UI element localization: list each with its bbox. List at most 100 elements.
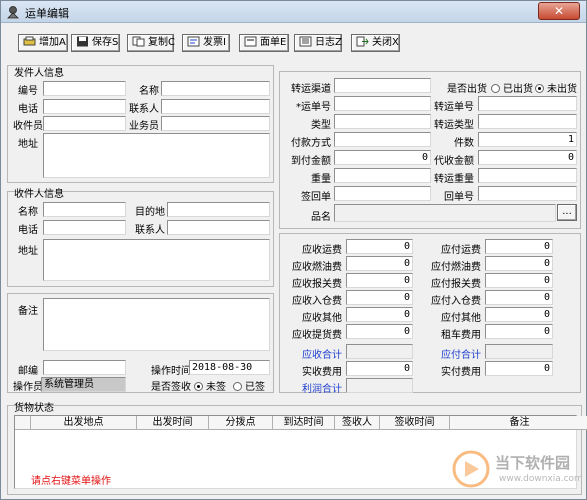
waybill-field[interactable] <box>334 96 431 111</box>
add-button[interactable]: 增加A <box>18 34 68 52</box>
recipient-name-label: 名称 <box>18 207 38 218</box>
shipped-radio[interactable]: 已出货 <box>491 80 533 95</box>
receiver-staff-label: 收件员 <box>13 121 43 132</box>
receivable-label: 应收入仓费 <box>292 296 342 307</box>
type-label: 类型 <box>311 120 331 131</box>
row-indicator-header <box>15 416 31 430</box>
window-close-button[interactable]: ✕ <box>538 2 580 20</box>
weight-field[interactable] <box>334 168 431 183</box>
product-field[interactable] <box>334 204 556 222</box>
radio-selected-icon <box>535 84 544 93</box>
payable-label: 应付运费 <box>441 245 481 256</box>
payable-field[interactable]: 0 <box>485 324 553 339</box>
receivable-field[interactable]: 0 <box>346 307 413 322</box>
optime-label: 操作时间 <box>151 366 191 377</box>
payment-field[interactable] <box>334 132 431 147</box>
copy-button[interactable]: 复制C <box>127 34 175 52</box>
receivable-field[interactable]: 0 <box>346 256 413 271</box>
receivable-field[interactable]: 0 <box>346 290 413 305</box>
transfer-weight-field[interactable] <box>478 168 577 183</box>
log-button[interactable]: 日志Z <box>294 34 342 52</box>
payable-field[interactable]: 0 <box>485 273 553 288</box>
actual-receipt-label: 实收费用 <box>302 367 342 378</box>
face-sheet-button[interactable]: 面单E <box>239 34 289 52</box>
payment-label: 付款方式 <box>291 138 331 149</box>
recipient-address-label: 地址 <box>18 246 38 257</box>
title-bar: 运单编辑 ✕ <box>1 1 586 23</box>
save-button[interactable]: 保存S <box>71 34 120 52</box>
pieces-field[interactable]: 1 <box>478 132 577 147</box>
receivable-field[interactable]: 0 <box>346 273 413 288</box>
watermark-title: 当下软件园 <box>495 454 571 472</box>
optime-field[interactable]: 2018-08-30 <box>189 360 270 375</box>
column-header[interactable]: 到达时间 <box>273 416 335 430</box>
log-button-label: 日志Z <box>315 37 342 48</box>
recipient-contact-field[interactable] <box>167 220 270 235</box>
type-field[interactable] <box>334 114 431 129</box>
salesman-field[interactable] <box>161 116 270 131</box>
payable-field[interactable]: 0 <box>485 239 553 254</box>
recipient-name-field[interactable] <box>43 202 126 217</box>
signed-radio[interactable]: 已签 <box>233 378 265 393</box>
sign-back-label: 签回单 <box>301 192 331 203</box>
column-header[interactable]: 备注 <box>450 416 587 430</box>
sign-back-field[interactable] <box>334 186 431 201</box>
watermark-circle-icon <box>452 450 490 488</box>
recipient-contact-label: 联系人 <box>135 225 165 236</box>
sender-phone-field[interactable] <box>43 99 126 114</box>
payable-field[interactable]: 0 <box>485 256 553 271</box>
column-header[interactable]: 出发时间 <box>137 416 209 430</box>
receivable-field[interactable]: 0 <box>346 324 413 339</box>
actual-payment-label: 实付费用 <box>441 367 481 378</box>
shipped-label: 是否出货 <box>447 84 487 95</box>
actual-receipt-field[interactable]: 0 <box>346 361 413 376</box>
column-header[interactable]: 签收人 <box>335 416 380 430</box>
product-browse-button[interactable]: ... <box>557 204 577 221</box>
invoice-button[interactable]: 发票I <box>182 34 230 52</box>
salesman-label: 业务员 <box>129 121 159 132</box>
unsigned-radio-label: 未签 <box>206 382 226 393</box>
receivable-label: 应收运费 <box>302 245 342 256</box>
column-header[interactable]: 分拨点 <box>209 416 273 430</box>
payable-label: 应付燃油费 <box>431 262 481 273</box>
return-no-field[interactable] <box>478 186 577 201</box>
sender-name-field[interactable] <box>161 81 270 96</box>
unsigned-radio[interactable]: 未签 <box>194 378 226 393</box>
receivable-field[interactable]: 0 <box>346 239 413 254</box>
column-header[interactable]: 出发地点 <box>31 416 137 430</box>
recipient-phone-label: 电话 <box>18 225 38 236</box>
remark-field[interactable] <box>43 298 270 351</box>
payable-field[interactable]: 0 <box>485 307 553 322</box>
sender-contact-field[interactable] <box>161 99 270 114</box>
destination-field[interactable] <box>167 202 270 217</box>
waybill-label: *运单号 <box>296 102 331 113</box>
sender-group-title: 发件人信息 <box>14 68 64 79</box>
cod-amount-field[interactable]: 0 <box>334 150 431 165</box>
collect-amount-field[interactable]: 0 <box>478 150 577 165</box>
column-header[interactable]: 签收时间 <box>380 416 450 430</box>
add-button-label: 增加A <box>39 37 66 48</box>
transfer-type-field[interactable] <box>478 114 577 129</box>
floppy-icon <box>77 36 88 47</box>
collect-amount-label: 代收金额 <box>434 156 474 167</box>
postcode-field[interactable] <box>43 360 126 375</box>
sender-address-field[interactable] <box>43 133 270 178</box>
actual-payment-field[interactable]: 0 <box>485 361 553 376</box>
channel-field[interactable] <box>334 78 431 93</box>
receivable-label: 应收其他 <box>302 313 342 324</box>
receivable-total-field <box>346 344 413 359</box>
receiver-staff-field[interactable] <box>43 116 126 131</box>
signed-label: 是否签收 <box>151 382 191 393</box>
payable-field[interactable]: 0 <box>485 290 553 305</box>
close-button[interactable]: 关闭X <box>351 34 400 52</box>
pieces-label: 件数 <box>454 138 474 149</box>
sender-phone-label: 电话 <box>18 104 38 115</box>
return-no-label: 回单号 <box>444 192 474 203</box>
recipient-address-field[interactable] <box>43 239 270 281</box>
not-shipped-radio[interactable]: 未出货 <box>535 80 577 95</box>
sender-address-label: 地址 <box>18 139 38 150</box>
recipient-phone-field[interactable] <box>43 220 126 235</box>
transfer-no-field[interactable] <box>478 96 577 111</box>
sender-code-field[interactable] <box>43 81 126 96</box>
copy-icon <box>132 36 145 47</box>
